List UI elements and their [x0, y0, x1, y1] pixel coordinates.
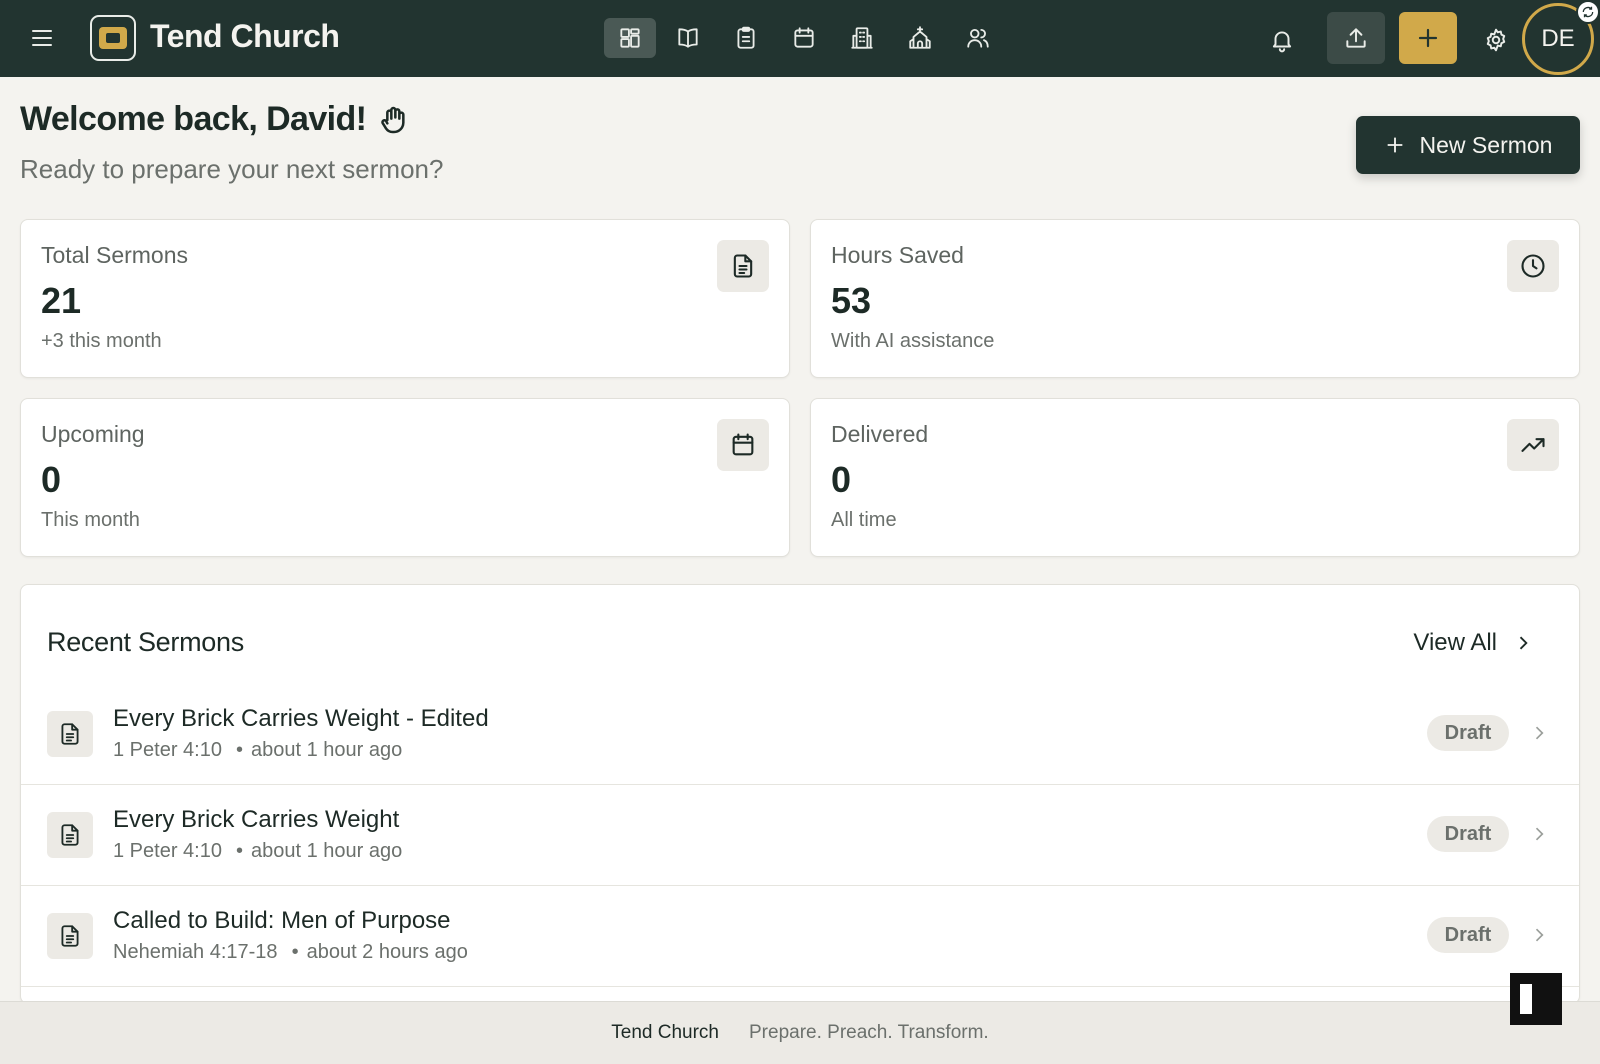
main-nav: [604, 18, 1004, 58]
sermon-time: about 1 hour ago: [250, 840, 403, 862]
sermon-meta: 1 Peter 4:10 • about 1 hour ago: [113, 840, 402, 863]
plus-icon: [1387, 137, 1402, 153]
sermon-time: about 2 hours ago: [306, 941, 468, 963]
clock-icon: [1507, 240, 1559, 292]
chevron-right-icon: [1519, 636, 1528, 650]
status-badge: Draft: [1427, 715, 1509, 751]
upload-button[interactable]: [1327, 12, 1385, 64]
trending-up-icon: [1507, 419, 1559, 471]
sermon-passage: 1 Peter 4:10: [113, 840, 222, 862]
chevron-right-icon: [1529, 824, 1549, 844]
recent-sermons-panel: Recent Sermons View All Every Brick Carr…: [20, 584, 1580, 1004]
sermon-row[interactable]: Called to Build: Men of Purpose Nehemiah…: [21, 887, 1579, 987]
document-icon: [47, 711, 93, 757]
stat-card-hours-saved: Hours Saved 53 With AI assistance: [810, 219, 1580, 378]
calendar-icon: [717, 419, 769, 471]
sermon-time: about 1 hour ago: [250, 739, 403, 761]
nav-open-book-icon[interactable]: [662, 18, 714, 58]
view-all-label: View All: [1413, 629, 1497, 656]
new-sermon-button[interactable]: New Sermon: [1356, 116, 1580, 174]
sermon-passage: 1 Peter 4:10: [113, 739, 222, 761]
stat-card-delivered: Delivered 0 All time: [810, 398, 1580, 557]
settings-gear-icon[interactable]: [1476, 20, 1516, 60]
sermon-meta: Nehemiah 4:17-18 • about 2 hours ago: [113, 941, 468, 964]
stat-card-total-sermons: Total Sermons 21 +3 this month: [20, 219, 790, 378]
stat-value: 0: [41, 459, 62, 500]
document-icon: [717, 240, 769, 292]
sermon-title: Every Brick Carries Weight - Edited: [113, 705, 489, 732]
stat-label: Upcoming: [41, 421, 145, 447]
page-title: Welcome back, David!: [20, 100, 410, 139]
status-badge: Draft: [1427, 917, 1509, 953]
nav-dashboard-grid-icon[interactable]: [604, 18, 656, 58]
stat-value: 53: [831, 280, 872, 321]
sermon-title: Called to Build: Men of Purpose: [113, 907, 451, 934]
new-sermon-label: New Sermon: [1419, 131, 1553, 158]
sermon-row[interactable]: Every Brick Carries Weight - Edited 1 Pe…: [21, 685, 1579, 785]
app-logo[interactable]: [90, 15, 136, 61]
sermon-row[interactable]: Every Brick Carries Weight 1 Peter 4:10 •…: [21, 786, 1579, 886]
floating-widget-button[interactable]: [1510, 973, 1562, 1025]
waving-hand-icon: [381, 106, 406, 133]
stat-card-upcoming: Upcoming 0 This month: [20, 398, 790, 557]
footer-brand: Tend Church: [611, 1022, 719, 1043]
quick-add-button[interactable]: [1399, 12, 1457, 64]
stat-subtext: This month: [41, 509, 140, 531]
nav-clipboard-icon[interactable]: [720, 18, 772, 58]
sermon-passage: Nehemiah 4:17-18: [113, 941, 278, 963]
stat-value: 0: [831, 459, 852, 500]
welcome-text: Welcome back, David!: [20, 100, 367, 138]
stat-value: 21: [41, 280, 82, 321]
nav-calendar-icon[interactable]: [778, 18, 830, 58]
menu-icon[interactable]: [30, 26, 54, 50]
nav-church-icon[interactable]: [894, 18, 946, 58]
document-icon: [47, 812, 93, 858]
nav-users-icon[interactable]: [952, 18, 1004, 58]
section-title: Recent Sermons: [47, 627, 244, 657]
chevron-right-icon: [1529, 925, 1549, 945]
top-navigation-bar: Tend Church DE: [0, 0, 1600, 77]
meta-separator: •: [235, 739, 243, 761]
meta-separator: •: [291, 941, 299, 963]
stat-subtext: With AI assistance: [831, 330, 995, 352]
view-all-link[interactable]: View All: [1413, 629, 1533, 657]
notifications-bell-icon[interactable]: [1262, 20, 1302, 60]
stat-subtext: All time: [831, 509, 897, 531]
document-icon: [47, 913, 93, 959]
plus-icon: [1418, 28, 1438, 48]
app-title[interactable]: Tend Church: [150, 18, 340, 55]
status-badge: Draft: [1427, 816, 1509, 852]
sermon-meta: 1 Peter 4:10 • about 1 hour ago: [113, 739, 402, 762]
stat-label: Total Sermons: [41, 242, 189, 268]
footer-tagline: Prepare. Preach. Transform.: [749, 1022, 989, 1043]
stat-label: Hours Saved: [831, 242, 964, 268]
sync-status-icon: [1576, 0, 1600, 24]
stat-subtext: +3 this month: [41, 330, 162, 352]
sermon-title: Every Brick Carries Weight: [113, 806, 400, 833]
page-footer: Tend Church Prepare. Preach. Transform.: [0, 1001, 1600, 1064]
upload-icon: [1346, 28, 1366, 48]
meta-separator: •: [235, 840, 243, 862]
nav-building-icon[interactable]: [836, 18, 888, 58]
stat-label: Delivered: [831, 421, 929, 447]
chevron-right-icon: [1529, 723, 1549, 743]
page-subtitle: Ready to prepare your next sermon?: [20, 154, 444, 184]
